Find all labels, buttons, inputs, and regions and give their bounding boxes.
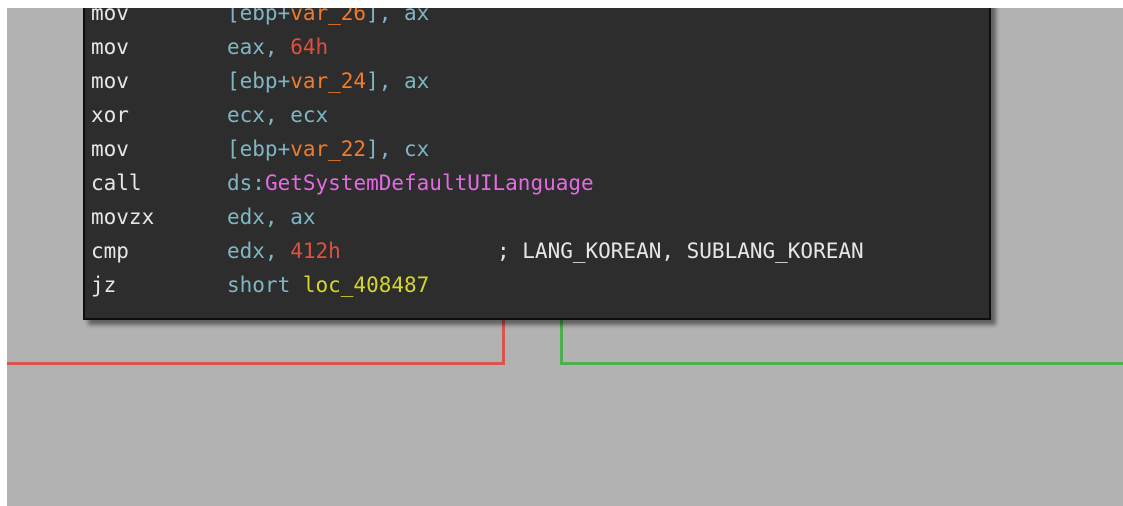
asm-operand-token[interactable]: loc_408487 (303, 273, 429, 297)
asm-operands: short loc_408487 (227, 268, 429, 302)
asm-operand-token: ], cx (366, 137, 430, 161)
asm-line[interactable]: mov [ebp+var_24], ax (85, 64, 989, 98)
asm-operand-token: var_24 (290, 69, 367, 93)
asm-operand-token: short (227, 273, 303, 297)
asm-operands: ds:GetSystemDefaultUILanguage (227, 166, 594, 200)
asm-line[interactable]: movzx edx, ax (85, 200, 989, 234)
asm-operands: eax, 64h (227, 30, 328, 64)
asm-mnemonic: mov (91, 8, 129, 25)
asm-operand-token: 412h (290, 239, 341, 263)
asm-operand-token: 64h (290, 35, 329, 59)
disassembly-code-block[interactable]: mov [ebp+var_26], ax mov eax, 64h mov [ebp+va… (83, 8, 991, 320)
asm-operand-token: eax, (227, 35, 291, 59)
graph-view-canvas[interactable]: mov [ebp+var_26], ax mov eax, 64h mov [ebp+va… (7, 8, 1123, 506)
asm-mnemonic: call (91, 171, 142, 195)
asm-operand-token[interactable]: GetSystemDefaultUILanguage (265, 171, 594, 195)
asm-operands: edx, ax (227, 200, 316, 234)
asm-operands: [ebp+var_26], ax (227, 8, 429, 30)
asm-mnemonic: xor (91, 103, 129, 127)
asm-line[interactable]: mov [ebp+var_26], ax (85, 8, 989, 30)
asm-operand-token: var_22 (290, 137, 367, 161)
asm-operand-token: edx, (227, 239, 291, 263)
asm-operands: [ebp+var_24], ax (227, 64, 429, 98)
false-branch-edge-horizontal (7, 362, 505, 365)
asm-operand-token: [ebp+ (227, 69, 291, 93)
true-branch-edge-horizontal (560, 362, 1123, 365)
asm-comment: ; LANG_KOREAN, SUBLANG_KOREAN (497, 239, 864, 263)
asm-operands: [ebp+var_22], cx (227, 132, 429, 166)
asm-operand-token: ds: (227, 171, 265, 195)
asm-mnemonic: cmp (91, 239, 129, 263)
asm-line[interactable]: jz short loc_408487 (85, 268, 989, 302)
asm-line[interactable]: xor ecx, ecx (85, 98, 989, 132)
asm-operand-token: [ebp+ (227, 137, 291, 161)
asm-line[interactable]: mov eax, 64h (85, 30, 989, 64)
asm-line[interactable]: cmp edx, 412h ; LANG_KOREAN, SUBLANG_KOREA… (85, 234, 989, 268)
asm-mnemonic: mov (91, 137, 129, 161)
asm-mnemonic: movzx (91, 205, 155, 229)
asm-mnemonic: mov (91, 35, 129, 59)
asm-line[interactable]: mov [ebp+var_22], cx (85, 132, 989, 166)
asm-operand-token: edx, ax (227, 205, 316, 229)
asm-operands: edx, 412h (227, 234, 341, 268)
asm-operand-token: [ebp+ (227, 8, 291, 25)
asm-mnemonic: mov (91, 69, 129, 93)
asm-operands: ecx, ecx (227, 98, 328, 132)
asm-operand-token: ], ax (366, 8, 430, 25)
asm-operand-token: var_26 (290, 8, 367, 25)
asm-operand-token: ecx, ecx (227, 103, 329, 127)
asm-mnemonic: jz (91, 273, 117, 297)
true-branch-edge-vertical (560, 320, 563, 365)
asm-line[interactable]: call ds:GetSystemDefaultUILanguage (85, 166, 989, 200)
asm-operand-token: ], ax (366, 69, 430, 93)
